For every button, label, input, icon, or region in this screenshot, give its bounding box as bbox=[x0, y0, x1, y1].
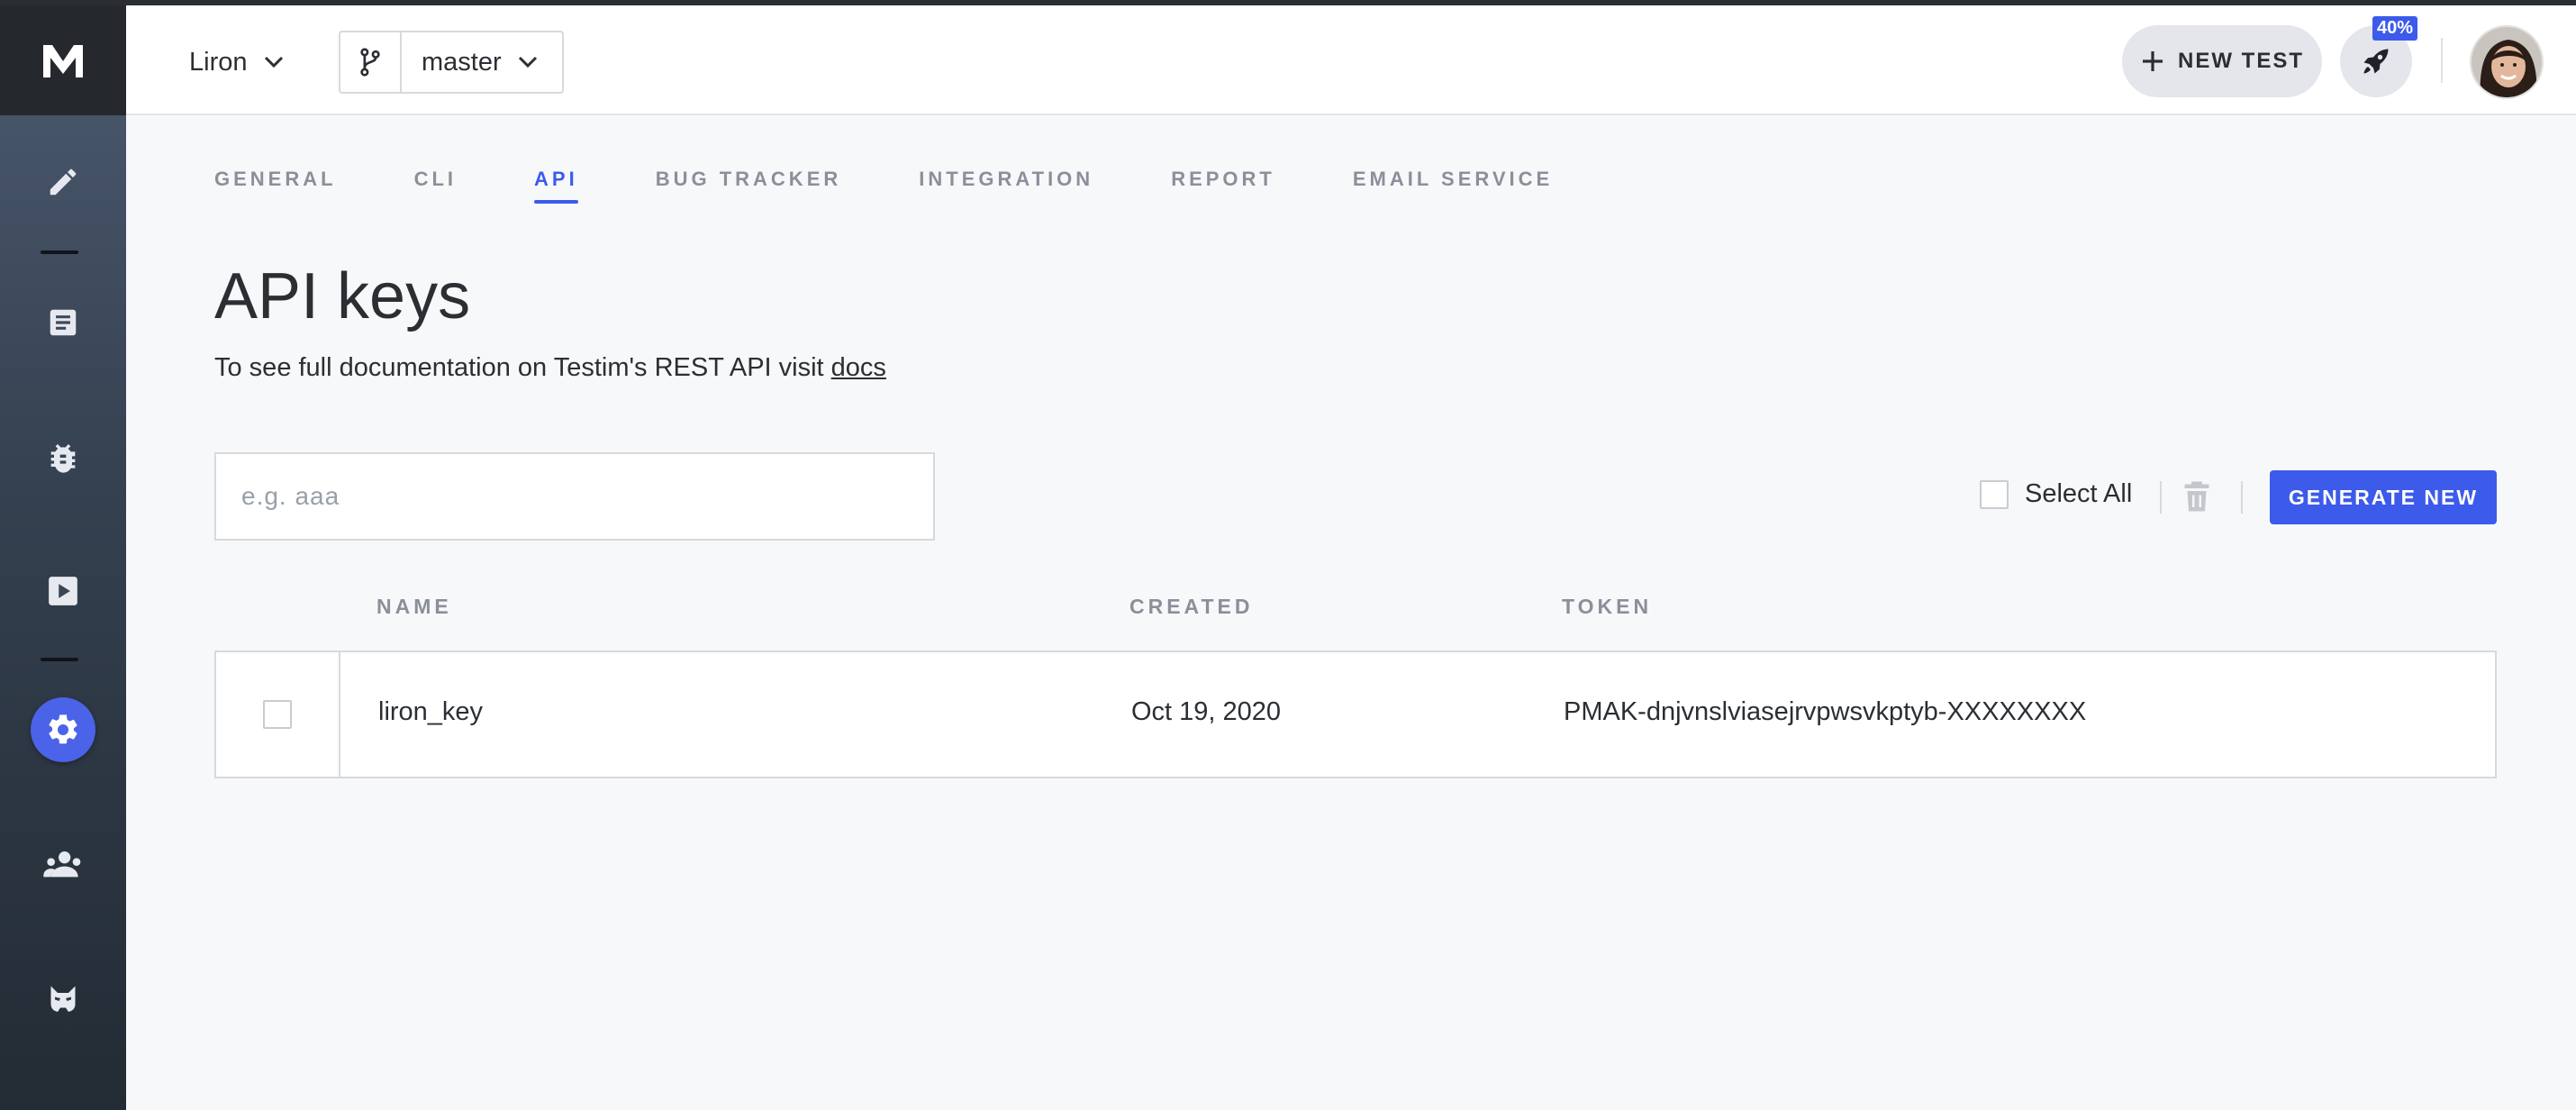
generate-new-button[interactable]: GENERATE NEW bbox=[2270, 470, 2497, 524]
key-token: PMAK-dnjvnslviasejrvpwsvkptyb-XXXXXXXX bbox=[1564, 697, 2087, 726]
select-all-label: Select All bbox=[2025, 479, 2133, 508]
settings-active-indicator bbox=[31, 697, 95, 762]
tab-api[interactable]: API bbox=[534, 168, 578, 204]
key-name: liron_key bbox=[378, 697, 484, 726]
toolbar-divider bbox=[2241, 481, 2243, 514]
logo[interactable] bbox=[0, 5, 126, 115]
sidebar-divider bbox=[41, 250, 78, 254]
play-icon bbox=[49, 577, 77, 605]
mask-icon bbox=[50, 986, 76, 1012]
pencil-icon bbox=[50, 168, 77, 196]
logo-icon bbox=[43, 45, 83, 77]
delete-button[interactable] bbox=[2183, 479, 2210, 518]
column-header-created[interactable]: CREATED bbox=[1129, 595, 1253, 619]
project-selector[interactable]: Liron bbox=[189, 40, 284, 85]
gear-icon bbox=[49, 714, 77, 744]
users-icon bbox=[43, 851, 81, 878]
key-created-date: Oct 19, 2020 bbox=[1131, 697, 1282, 726]
sidebar-item-team[interactable] bbox=[0, 832, 126, 897]
column-header-name[interactable]: NAME bbox=[376, 595, 452, 619]
tab-integration[interactable]: INTEGRATION bbox=[919, 168, 1093, 204]
branch-icon-cell bbox=[340, 32, 402, 92]
tab-general[interactable]: GENERAL bbox=[214, 168, 337, 204]
sidebar-item-profile[interactable] bbox=[0, 966, 126, 1031]
toolbar-divider bbox=[2160, 481, 2162, 514]
search-input[interactable] bbox=[214, 452, 935, 541]
branch-name: master bbox=[422, 47, 502, 77]
tab-bug-tracker[interactable]: BUG TRACKER bbox=[656, 168, 842, 204]
tab-email-service[interactable]: EMAIL SERVICE bbox=[1353, 168, 1553, 204]
sidebar-item-editor[interactable] bbox=[0, 150, 126, 214]
docs-link[interactable]: docs bbox=[831, 353, 886, 382]
git-branch-icon bbox=[360, 48, 380, 77]
tab-report[interactable]: REPORT bbox=[1171, 168, 1275, 204]
project-name: Liron bbox=[189, 47, 248, 77]
row-checkbox[interactable] bbox=[263, 700, 292, 729]
sidebar-divider bbox=[41, 658, 78, 661]
sidebar-item-settings[interactable] bbox=[0, 697, 126, 762]
branch-selector[interactable]: master bbox=[339, 31, 564, 94]
sidebar-item-runs[interactable] bbox=[0, 425, 126, 490]
sidebar-item-executions[interactable] bbox=[0, 559, 126, 623]
document-icon bbox=[50, 309, 77, 336]
select-all-control[interactable]: Select All bbox=[1980, 479, 2132, 509]
chevron-down-icon bbox=[518, 56, 537, 68]
sidebar bbox=[0, 5, 126, 1110]
table-row[interactable]: liron_key Oct 19, 2020 PMAK-dnjvnslviase… bbox=[214, 651, 2497, 778]
column-header-token[interactable]: TOKEN bbox=[1562, 595, 1652, 619]
branch-label-group: master bbox=[402, 48, 538, 77]
row-checkbox-cell bbox=[216, 652, 340, 777]
documentation-text: To see full documentation on Testim's RE… bbox=[214, 353, 831, 382]
page-title: API keys bbox=[214, 260, 471, 332]
trash-icon bbox=[2184, 481, 2209, 512]
plus-icon bbox=[2143, 51, 2163, 71]
rocket-icon bbox=[2363, 49, 2389, 74]
settings-tabs: GENERAL CLI API BUG TRACKER INTEGRATION … bbox=[214, 168, 1553, 204]
bug-icon bbox=[50, 444, 76, 473]
new-test-button[interactable]: NEW TEST bbox=[2122, 25, 2322, 97]
documentation-note: To see full documentation on Testim's RE… bbox=[214, 353, 886, 383]
header-divider bbox=[2441, 38, 2443, 83]
select-all-checkbox[interactable] bbox=[1980, 479, 2009, 509]
usage-badge: 40% bbox=[2372, 16, 2418, 41]
avatar-image bbox=[2472, 27, 2542, 97]
top-header: Liron master NEW TEST 40% bbox=[126, 5, 2576, 115]
new-test-label: NEW TEST bbox=[2178, 49, 2304, 73]
sidebar-item-test-list[interactable] bbox=[0, 290, 126, 355]
user-avatar[interactable] bbox=[2470, 25, 2544, 99]
chevron-down-icon bbox=[264, 56, 283, 68]
tab-cli[interactable]: CLI bbox=[414, 168, 457, 204]
